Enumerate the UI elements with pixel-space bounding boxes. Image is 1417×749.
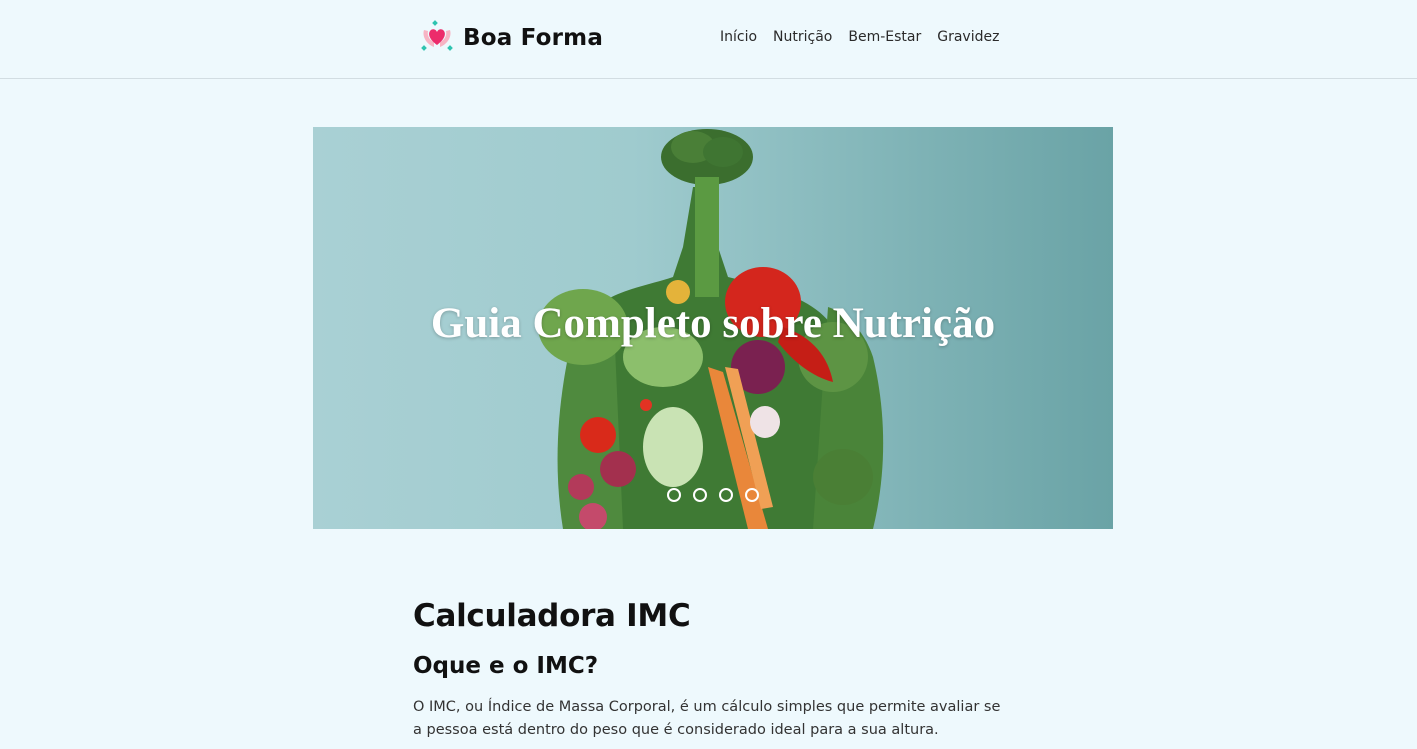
brand-logo-link[interactable]: Boa Forma [420,20,603,54]
main-content: Calculadora IMC Oque e o IMC? O IMC, ou … [413,598,1013,742]
carousel-dots [667,488,759,502]
section-heading: Oque e o IMC? [413,653,599,679]
page-title: Calculadora IMC [413,598,691,634]
carousel-dot-1[interactable] [667,488,681,502]
hero-carousel[interactable]: Guia Completo sobre Nutrição [313,127,1113,529]
carousel-title: Guia Completo sobre Nutrição [430,300,996,347]
heart-hands-icon [421,20,453,51]
nav-item-bem-estar[interactable]: Bem-Estar [848,29,921,45]
brand-name: Boa Forma [463,25,604,51]
nav-item-inicio[interactable]: Início [720,29,757,45]
nav-item-nutricao[interactable]: Nutrição [773,29,832,45]
carousel-dot-3[interactable] [719,488,733,502]
carousel-dot-4[interactable] [745,488,759,502]
nav-item-gravidez[interactable]: Gravidez [937,29,999,45]
carousel-dot-2[interactable] [693,488,707,502]
site-header: Boa Forma Início Nutrição Bem-Estar Grav… [0,0,1417,79]
intro-paragraph: O IMC, ou Índice de Massa Corporal, é um… [413,699,1001,738]
main-nav: Início Nutrição Bem-Estar Gravidez [720,29,999,45]
